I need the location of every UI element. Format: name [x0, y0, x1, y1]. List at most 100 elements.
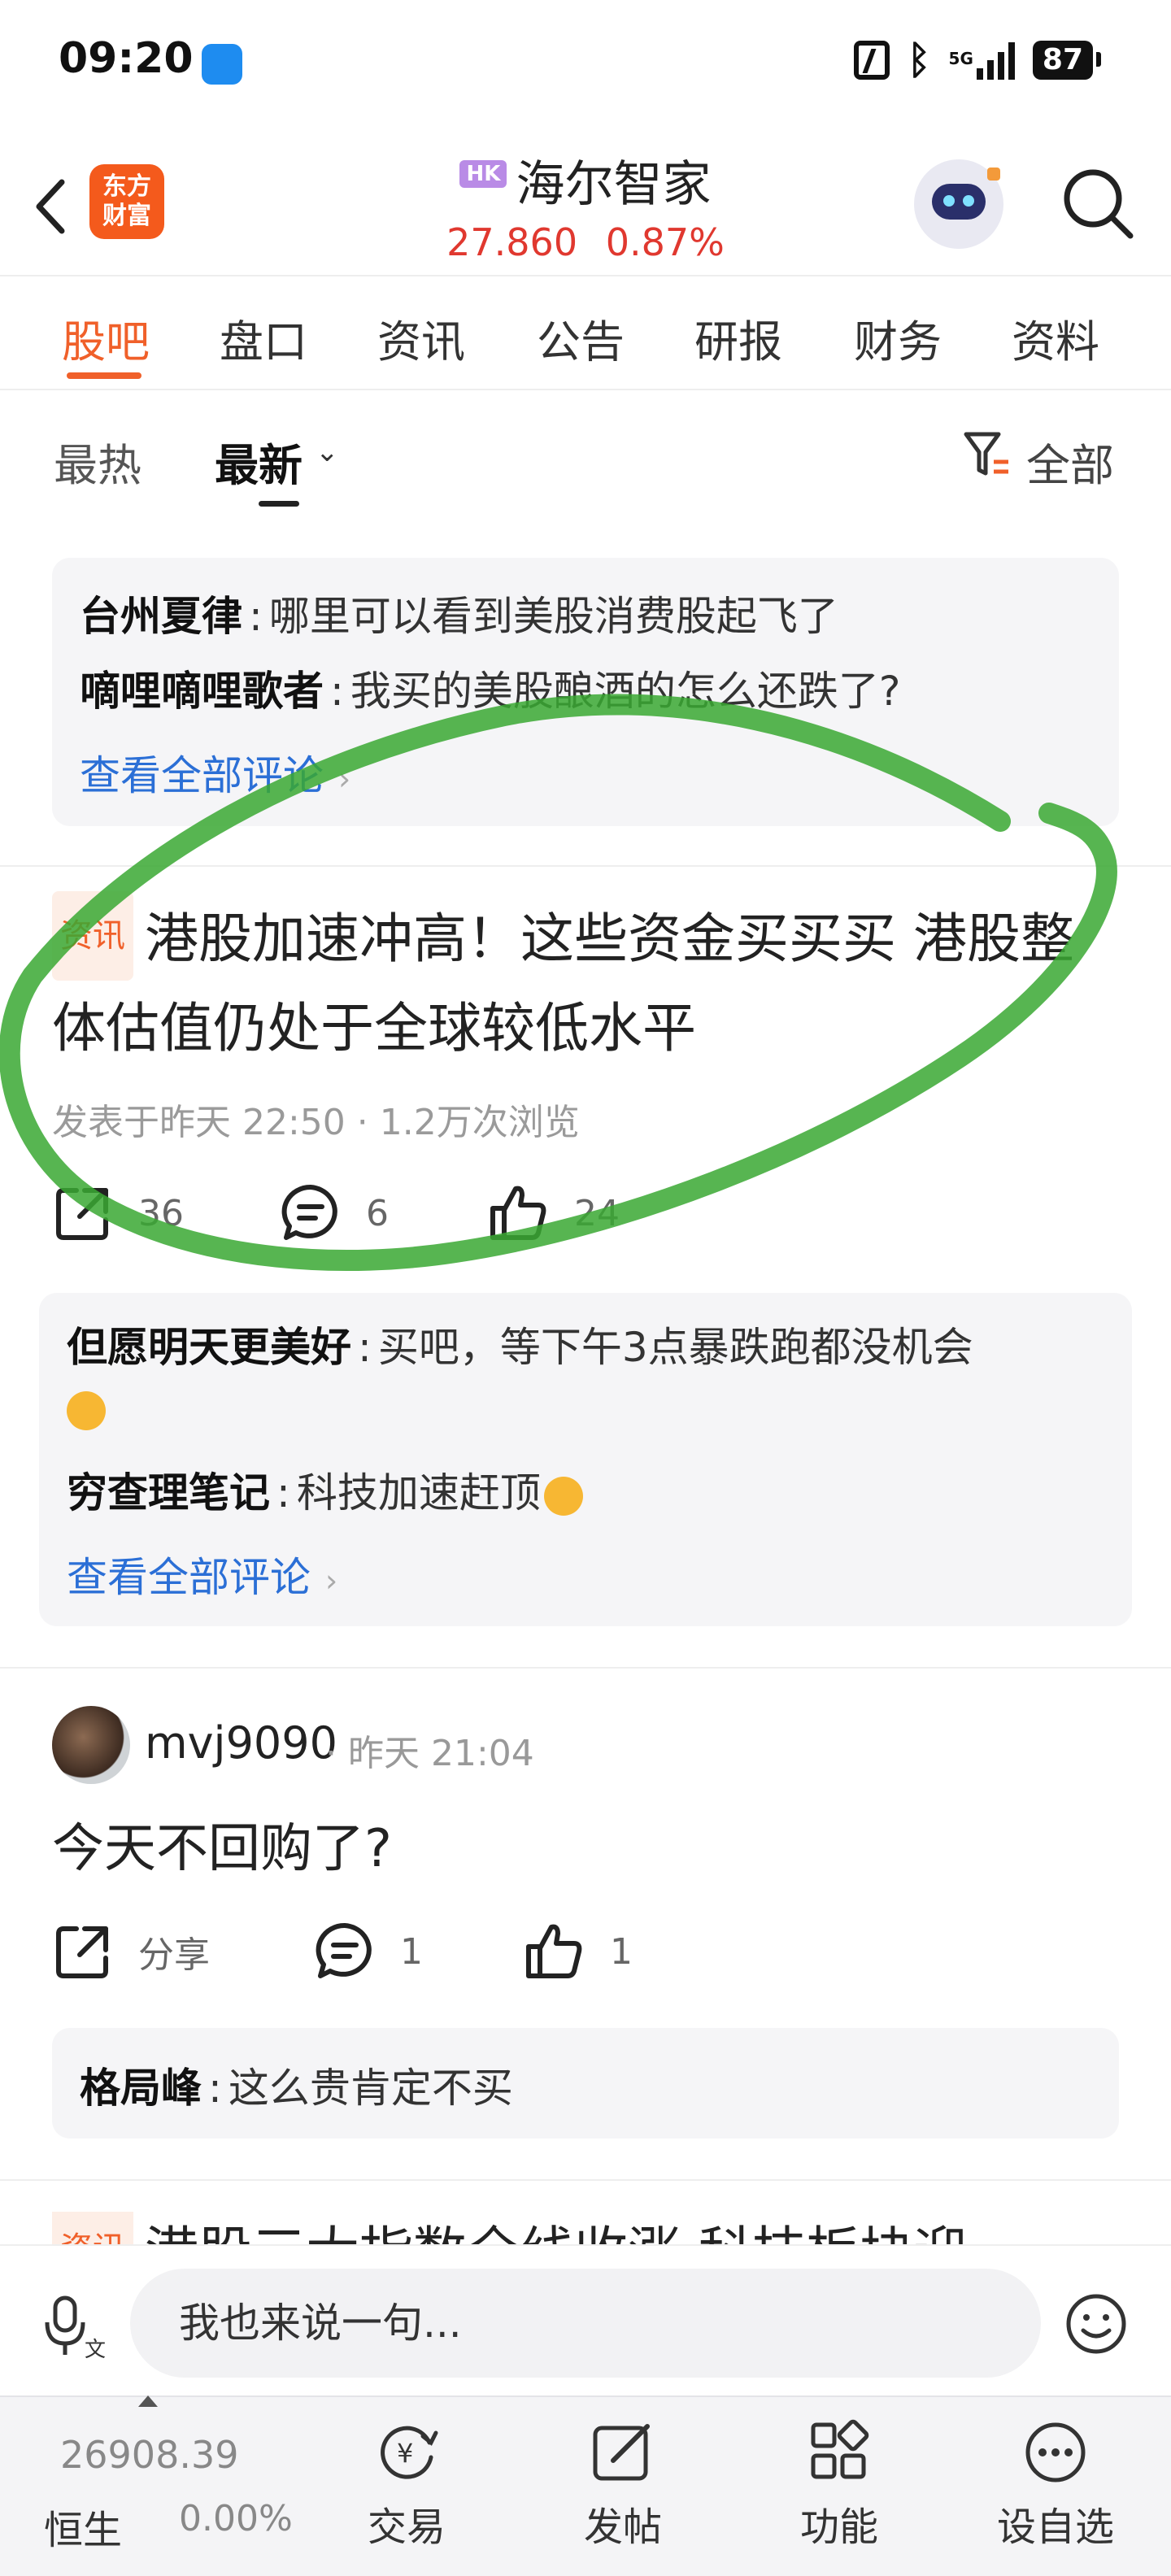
- network-type: 5G: [948, 49, 973, 68]
- news-tag: 资讯: [52, 891, 133, 981]
- tab-active-indicator: [67, 372, 141, 379]
- comment-input-bar: 文: [0, 2244, 1171, 2395]
- post-title-text: 港股加速冲高！这些资金买买买 港股整体估值仍处于全球较低水平: [52, 907, 1074, 1060]
- grin-emoji-icon: [67, 1390, 106, 1430]
- view-all-label: 查看全部评论: [67, 1554, 311, 1601]
- view-all-comments-link[interactable]: 查看全部评论 ›: [67, 1545, 337, 1603]
- post-meta: 发表于昨天 22:50 · 1.2万次浏览: [52, 1102, 580, 1143]
- nav-trade[interactable]: ¥ 交易: [325, 2418, 488, 2552]
- thumbs-up-icon: [490, 1186, 546, 1240]
- nav-label: 功能: [799, 2504, 878, 2550]
- comment-button[interactable]: 6: [280, 1182, 389, 1244]
- sort-latest[interactable]: 最新: [215, 429, 303, 494]
- notification-app-icon: [202, 44, 242, 85]
- index-value[interactable]: 26908.39: [60, 2433, 239, 2477]
- share-button[interactable]: 36: [52, 1182, 184, 1244]
- stock-name: 海尔智家: [516, 156, 712, 213]
- comment-preview-card[interactable]: 但愿明天更美好: 买吧，等下午3点暴跌跑都没机会 穷查理笔记: 科技加速赶顶 查看全…: [39, 1293, 1132, 1626]
- comment-line: 但愿明天更美好: 买吧，等下午3点暴跌跑都没机会: [67, 1317, 1108, 1438]
- tab-announcements[interactable]: 公告: [537, 306, 625, 370]
- comment-input[interactable]: [130, 2269, 1041, 2378]
- comment-line: 台州夏律: 哪里可以看到美股消费股起飞了: [80, 593, 838, 640]
- comment-user[interactable]: 嘀哩嘀哩歌者: [80, 668, 324, 715]
- like-count: 1: [610, 1930, 633, 1973]
- comment-count: 1: [400, 1930, 423, 1973]
- post-author[interactable]: mvj9090: [145, 1717, 337, 1769]
- sort-row: 最热 最新 ⌄ 全部: [0, 390, 1171, 520]
- comment-button[interactable]: 1: [314, 1921, 423, 1982]
- avatar[interactable]: [52, 1706, 130, 1784]
- comment-line: 穷查理笔记: 科技加速赶顶: [67, 1460, 583, 1519]
- svg-text:¥: ¥: [397, 2438, 413, 2469]
- nfc-icon: [853, 41, 890, 80]
- comment-user[interactable]: 但愿明天更美好: [67, 1324, 351, 1371]
- more-icon: [1025, 2422, 1086, 2482]
- sort-hot[interactable]: 最热: [54, 429, 141, 494]
- post-text[interactable]: 今天不回购了?: [52, 1807, 392, 1882]
- emoji-icon[interactable]: [1064, 2291, 1129, 2356]
- view-all-label: 查看全部评论: [80, 752, 324, 799]
- status-time: 09:20: [59, 34, 194, 83]
- status-bar: 09:20 ᛒ 5G 87: [0, 0, 1171, 130]
- comment-text: 这么贵肯定不买: [228, 2065, 513, 2112]
- tab-finance[interactable]: 财务: [854, 306, 942, 370]
- filter-label[interactable]: 全部: [1026, 429, 1114, 494]
- yen-cycle-icon: ¥: [381, 2426, 438, 2479]
- comment-user[interactable]: 格局峰: [80, 2065, 202, 2112]
- nav-post[interactable]: 发帖: [542, 2418, 704, 2552]
- comment-text: 科技加速赶顶: [296, 1469, 541, 1516]
- section-tabs: 股吧 盘口 资讯 公告 研报 财务 资料: [0, 276, 1171, 390]
- share-button[interactable]: 分享: [52, 1921, 210, 1982]
- nav-label: 发帖: [583, 2504, 662, 2550]
- divider: [0, 1667, 1171, 1669]
- edit-icon: [593, 2424, 650, 2481]
- tab-guba[interactable]: 股吧: [62, 306, 150, 370]
- signal-icon: [976, 41, 1015, 80]
- comment-line: 嘀哩嘀哩歌者: 我买的美股酿酒的怎么还跌了?: [80, 668, 901, 715]
- stock-price: 27.860: [446, 220, 578, 264]
- like-button[interactable]: 1: [524, 1921, 633, 1982]
- like-button[interactable]: 24: [488, 1182, 620, 1244]
- like-count: 24: [574, 1192, 620, 1234]
- index-change: 0.00%: [179, 2498, 293, 2539]
- comment-preview-card[interactable]: 格局峰: 这么贵肯定不买: [52, 2028, 1119, 2139]
- divider: [0, 865, 1171, 867]
- bluetooth-icon: ᛒ: [907, 37, 931, 83]
- nav-add-watchlist[interactable]: 设自选: [974, 2418, 1137, 2552]
- tab-profile[interactable]: 资料: [1012, 306, 1099, 370]
- next-post-peek[interactable]: 资讯港股三大指数全线收涨 科技板块迎: [52, 2212, 967, 2244]
- comment-icon: [281, 1184, 337, 1240]
- comment-text: 哪里可以看到美股消费股起飞了: [268, 593, 838, 640]
- index-expand-caret[interactable]: [138, 2395, 158, 2407]
- sort-active-indicator: [259, 501, 299, 507]
- filter-icon[interactable]: [963, 429, 1012, 481]
- stock-header: 东方 财富 HK 海尔智家 27.860 0.87%: [0, 130, 1171, 276]
- search-icon[interactable]: [1057, 163, 1138, 244]
- chevron-right-icon: ›: [338, 761, 351, 797]
- chevron-down-icon[interactable]: ⌄: [316, 436, 339, 468]
- divider: [0, 2179, 1171, 2181]
- post-title[interactable]: 资讯 港股加速冲高！这些资金买买买 港股整体估值仍处于全球较低水平: [52, 891, 1109, 1070]
- share-icon: [56, 1188, 108, 1240]
- tab-news[interactable]: 资讯: [377, 306, 465, 370]
- comment-user[interactable]: 穷查理笔记: [67, 1469, 270, 1516]
- nav-label: 交易: [367, 2504, 446, 2550]
- share-icon: [56, 1926, 108, 1978]
- tab-research[interactable]: 研报: [694, 306, 782, 370]
- view-all-comments-link[interactable]: 查看全部评论 ›: [80, 743, 350, 802]
- share-count: 36: [138, 1192, 184, 1234]
- svg-text:文: 文: [85, 2338, 106, 2360]
- voice-input-icon[interactable]: 文: [41, 2295, 106, 2360]
- assistant-robot-icon[interactable]: [914, 159, 1003, 249]
- post-title-text: 港股三大指数全线收涨 科技板块迎: [145, 2221, 967, 2244]
- comment-preview-card[interactable]: 台州夏律: 哪里可以看到美股消费股起飞了 嘀哩嘀哩歌者: 我买的美股酿酒的怎么还跌了…: [52, 558, 1119, 826]
- battery-level: 87: [1032, 41, 1102, 80]
- index-name[interactable]: 恒生: [44, 2498, 122, 2555]
- comment-user[interactable]: 台州夏律: [80, 593, 242, 640]
- shush-emoji-icon: [543, 1476, 583, 1516]
- share-label: 分享: [138, 1934, 210, 1976]
- stock-change: 0.87%: [605, 220, 725, 264]
- tab-pankou[interactable]: 盘口: [220, 306, 307, 370]
- bottom-nav: 26908.39 恒生 0.00% ¥ 交易 发帖 功能 设自选: [0, 2395, 1171, 2576]
- nav-functions[interactable]: 功能: [758, 2418, 921, 2552]
